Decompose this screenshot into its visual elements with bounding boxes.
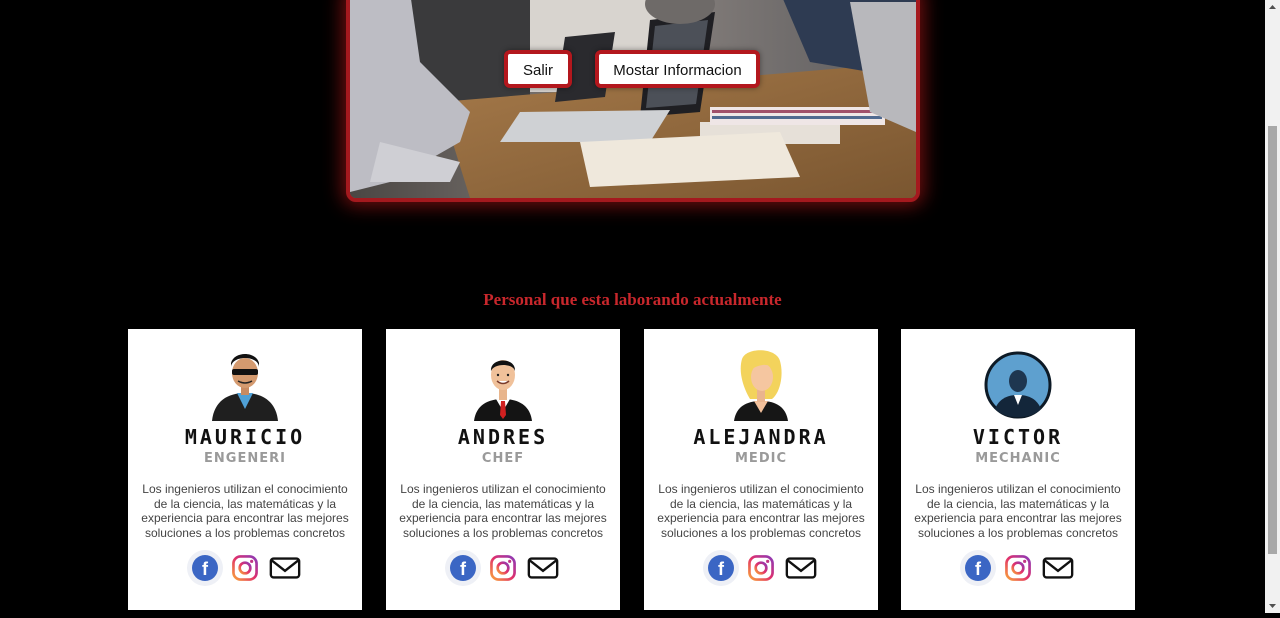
office-meeting-photo xyxy=(350,0,916,198)
sunglasses-man-icon xyxy=(210,349,280,421)
svg-text:f: f xyxy=(202,559,209,579)
mail-icon[interactable] xyxy=(267,550,303,586)
staff-description: Los ingenieros utilizan el conocimiento … xyxy=(399,482,607,540)
facebook-icon[interactable]: f xyxy=(703,550,739,586)
staff-name: MAURICIO xyxy=(184,425,306,449)
page: Salir Mostar Informacion Personal que es… xyxy=(0,0,1265,613)
staff-role: MEDIC xyxy=(735,451,787,466)
svg-text:f: f xyxy=(718,559,725,579)
mail-icon[interactable] xyxy=(525,550,561,586)
social-links: f xyxy=(386,550,620,586)
staff-card: VICTOR MECHANIC Los ingenieros utilizan … xyxy=(901,329,1135,610)
show-info-button[interactable]: Mostar Informacion xyxy=(595,50,760,88)
staff-role: MECHANIC xyxy=(975,451,1061,466)
staff-role: ENGENERI xyxy=(204,451,286,466)
svg-text:f: f xyxy=(975,559,982,579)
staff-description: Los ingenieros utilizan el conocimiento … xyxy=(657,482,865,540)
staff-name: ANDRES xyxy=(457,425,549,449)
scroll-down-arrow-icon[interactable] xyxy=(1265,599,1280,613)
mail-icon[interactable] xyxy=(783,550,819,586)
vertical-scrollbar[interactable] xyxy=(1265,0,1280,613)
scrollbar-thumb[interactable] xyxy=(1268,126,1277,554)
exit-button[interactable]: Salir xyxy=(504,50,572,88)
facebook-icon[interactable]: f xyxy=(445,550,481,586)
facebook-icon[interactable]: f xyxy=(187,550,223,586)
instagram-icon[interactable] xyxy=(743,550,779,586)
facebook-icon[interactable]: f xyxy=(960,550,996,586)
businessman-icon xyxy=(468,349,538,421)
instagram-icon[interactable] xyxy=(1000,550,1036,586)
mail-icon[interactable] xyxy=(1040,550,1076,586)
instagram-icon[interactable] xyxy=(485,550,521,586)
section-title: Personal que esta laborando actualmente xyxy=(483,290,782,309)
staff-card: ALEJANDRA MEDIC Los ingenieros utilizan … xyxy=(644,329,878,610)
staff-card: MAURICIO ENGENERI Los ingenieros utiliza… xyxy=(128,329,362,610)
staff-description: Los ingenieros utilizan el conocimiento … xyxy=(914,482,1122,540)
social-links: f xyxy=(128,550,362,586)
social-links: f xyxy=(901,550,1135,586)
hero-image xyxy=(346,0,920,202)
scroll-up-arrow-icon[interactable] xyxy=(1265,0,1280,14)
blonde-woman-icon xyxy=(726,349,796,421)
staff-name: VICTOR xyxy=(972,425,1064,449)
social-links: f xyxy=(644,550,878,586)
man-in-circle-icon xyxy=(983,349,1053,421)
staff-role: CHEF xyxy=(481,451,525,466)
staff-card: ANDRES CHEF Los ingenieros utilizan el c… xyxy=(386,329,620,610)
staff-name: ALEJANDRA xyxy=(693,425,829,449)
instagram-icon[interactable] xyxy=(227,550,263,586)
staff-description: Los ingenieros utilizan el conocimiento … xyxy=(141,482,349,540)
svg-text:f: f xyxy=(460,559,467,579)
